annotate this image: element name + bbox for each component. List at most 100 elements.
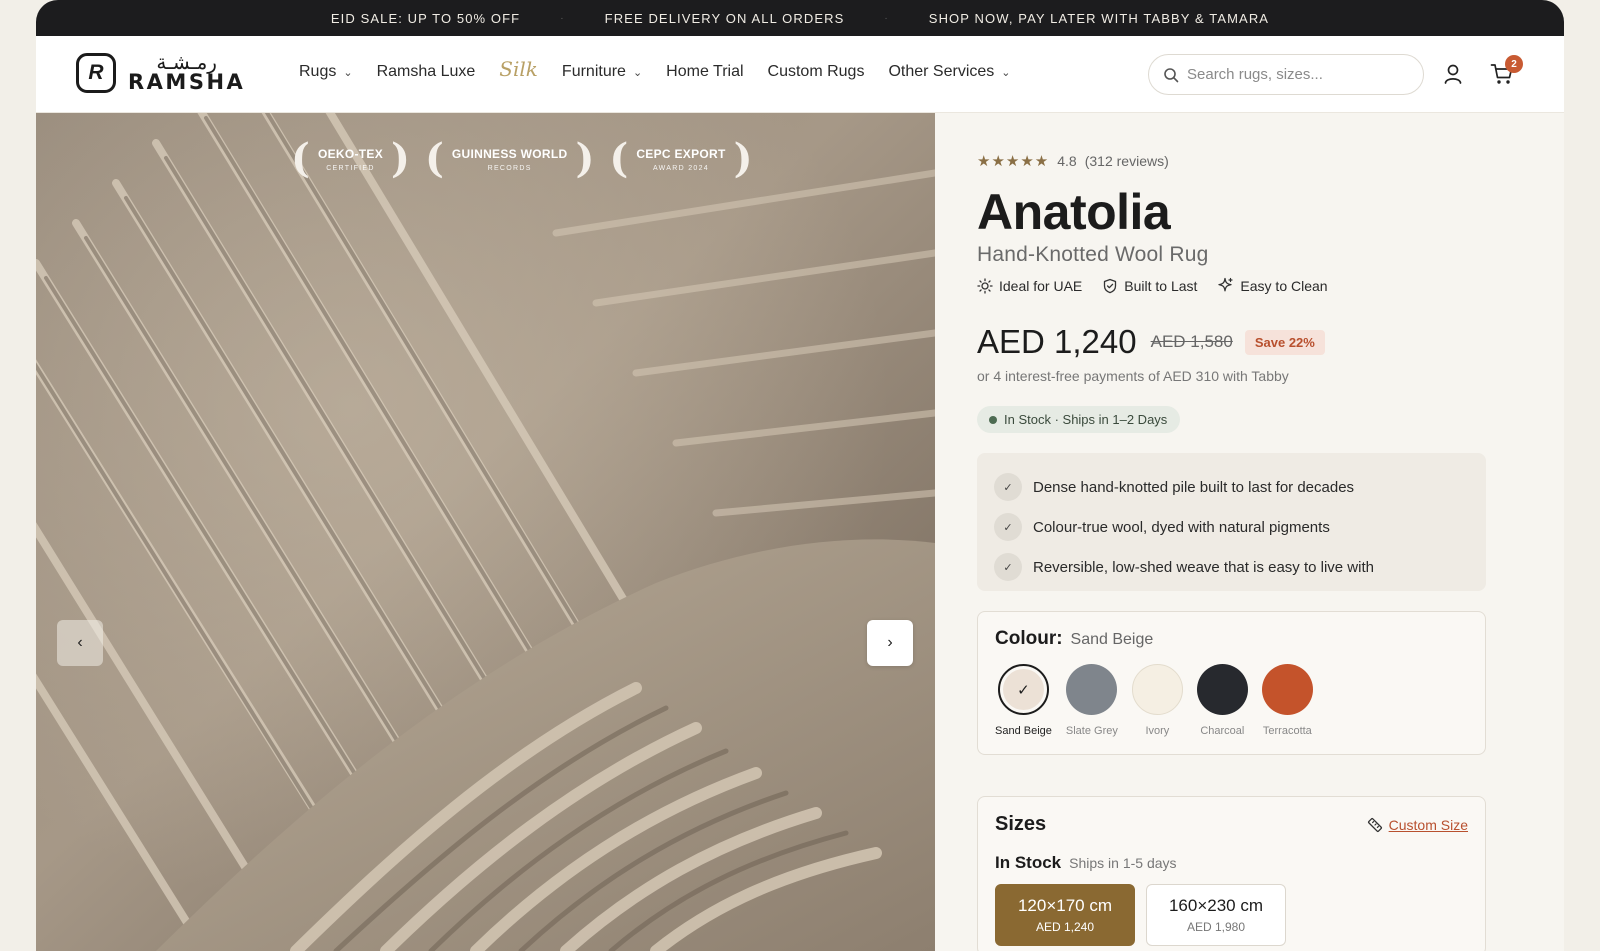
check-icon: ✓ xyxy=(994,473,1022,501)
product-rating[interactable]: ★★★★★ 4.8 (312 reviews) xyxy=(977,152,1169,170)
price-row: AED 1,240 AED 1,580 Save 22% xyxy=(977,323,1325,361)
size-price: AED 1,980 xyxy=(1186,920,1246,934)
product-title: Anatolia xyxy=(977,184,1171,240)
nav-item-custom-rugs[interactable]: Custom Rugs xyxy=(768,63,865,81)
cart-count-badge: 2 xyxy=(1505,55,1523,73)
swatch-label: Sand Beige xyxy=(995,725,1052,737)
review-count: (312 reviews) xyxy=(1084,153,1169,169)
size-dimensions: 160×230 cm xyxy=(1168,896,1264,915)
original-price: AED 1,580 xyxy=(1150,332,1233,351)
account-icon[interactable] xyxy=(1443,63,1463,85)
nav-item-other-services[interactable]: Other Services ⌄ xyxy=(888,63,1010,81)
benefit-text: Colour-true wool, dyed with natural pigm… xyxy=(1033,518,1330,536)
check-icon: ✓ xyxy=(994,513,1022,541)
award-subtitle: AWARD 2024 xyxy=(652,164,709,172)
search-input[interactable] xyxy=(1187,66,1407,83)
colour-heading: Colour: xyxy=(995,628,1063,649)
laurel-right-icon: ) xyxy=(391,135,410,182)
custom-size-label: Custom Size xyxy=(1388,816,1468,833)
announcement-item: SHOP NOW, PAY LATER WITH TABBY & TAMARA xyxy=(928,10,1270,26)
stock-status-label: In Stock · Ships in 1–2 Days xyxy=(1004,412,1168,427)
award-badge: ( CEPC EXPORT AWARD 2024 ) xyxy=(609,139,752,179)
check-icon: ✓ xyxy=(994,553,1022,581)
nav-item-label: Custom Rugs xyxy=(767,63,865,80)
award-badges: ( OEKO-TEX CERTIFIED ) ( GUINNESS WORLD … xyxy=(291,139,768,179)
swatch-circle xyxy=(1261,664,1313,715)
nav-item-label: Other Services xyxy=(888,63,995,80)
ruler-icon xyxy=(1367,817,1382,832)
sun-icon xyxy=(977,277,993,294)
laurel-left-icon: ( xyxy=(291,135,310,182)
nav-item-rugs[interactable]: Rugs ⌄ xyxy=(299,63,353,81)
nav-item-label: Ramsha Luxe xyxy=(376,63,476,80)
logo-wordmark: رمـشـة RAMSHA xyxy=(128,53,245,93)
colour-swatch-terracotta[interactable]: Terracotta xyxy=(1261,664,1313,737)
logo-mark-icon: R xyxy=(76,53,116,93)
benefit-text: Reversible, low-shed weave that is easy … xyxy=(1033,558,1374,576)
feature-label: Ideal for UAE xyxy=(999,277,1083,294)
nav-item-label: Furniture xyxy=(561,63,626,80)
size-option[interactable]: 160×230 cm AED 1,980 xyxy=(1146,884,1286,946)
sizes-heading: Sizes xyxy=(995,813,1047,835)
announcement-item: EID SALE: UP TO 50% OFF xyxy=(330,10,521,26)
benefit-item: ✓ Reversible, low-shed weave that is eas… xyxy=(994,547,1469,587)
laurel-right-icon: ) xyxy=(733,135,753,182)
swatch-label: Terracotta xyxy=(1262,725,1312,737)
swatch-label: Slate Grey xyxy=(1065,725,1118,737)
swatch-circle xyxy=(1131,664,1183,715)
nav-item-ramsha-luxe[interactable]: Ramsha Luxe xyxy=(377,63,476,81)
announcement-item: FREE DELIVERY ON ALL ORDERS xyxy=(604,10,845,26)
chevron-down-icon: ⌄ xyxy=(632,66,643,79)
colour-swatch-ivory[interactable]: Ivory xyxy=(1131,664,1183,737)
award-title: CEPC EXPORT xyxy=(636,146,726,161)
feature-label: Easy to Clean xyxy=(1240,277,1328,294)
custom-size-link[interactable]: Custom Size xyxy=(1367,817,1468,833)
feature-item: Built to Last xyxy=(1102,277,1197,294)
feature-label: Built to Last xyxy=(1124,277,1198,294)
discount-badge: Save 22% xyxy=(1244,329,1325,355)
nav-item-label: Home Trial xyxy=(666,63,744,80)
chevron-right-icon: › xyxy=(887,634,893,651)
stock-status-badge: In Stock · Ships in 1–2 Days xyxy=(977,406,1181,433)
announcement-separator: · xyxy=(884,12,889,24)
colour-swatches: ✓ Sand Beige Slate Grey Ivory Charcoal T… xyxy=(995,664,1468,737)
announcement-bar: EID SALE: UP TO 50% OFF · FREE DELIVERY … xyxy=(36,0,1564,36)
search-box[interactable] xyxy=(1148,54,1424,95)
award-title: OEKO-TEX xyxy=(317,146,384,161)
product-gallery: ( OEKO-TEX CERTIFIED ) ( GUINNESS WORLD … xyxy=(36,113,935,951)
award-badge: ( OEKO-TEX CERTIFIED ) xyxy=(291,139,410,179)
stock-dot-icon xyxy=(989,415,997,424)
selected-colour-name: Sand Beige xyxy=(1070,631,1154,648)
installment-info: or 4 interest-free payments of AED 310 w… xyxy=(977,368,1289,384)
nav-item-furniture[interactable]: Furniture ⌄ xyxy=(562,63,642,81)
swatch-circle: ✓ xyxy=(997,664,1049,715)
gallery-next-button[interactable]: › xyxy=(867,620,913,666)
gallery-prev-button[interactable]: ‹ xyxy=(57,620,103,666)
rating-value: 4.8 xyxy=(1057,153,1077,169)
swatch-circle xyxy=(1196,664,1248,715)
rug-texture-image xyxy=(36,113,935,951)
chevron-down-icon: ⌄ xyxy=(1001,66,1011,79)
award-subtitle: RECORDS xyxy=(487,164,532,172)
size-options: 120×170 cm AED 1,240 160×230 cm AED 1,98… xyxy=(995,884,1468,946)
benefit-text: Dense hand-knotted pile built to last fo… xyxy=(1033,478,1355,496)
size-stock-heading: In Stock xyxy=(995,853,1062,872)
shield-check-icon xyxy=(1104,278,1117,293)
colour-swatch-sand-beige[interactable]: ✓ Sand Beige xyxy=(995,664,1052,737)
swatch-label: Ivory xyxy=(1145,725,1170,737)
size-shipping-note: Ships in 1-5 days xyxy=(1069,855,1177,871)
size-option[interactable]: 120×170 cm AED 1,240 xyxy=(995,884,1135,946)
brand-logo[interactable]: R رمـشـة RAMSHA xyxy=(76,53,245,93)
colour-swatch-slate-grey[interactable]: Slate Grey xyxy=(1066,664,1118,737)
nav-item-silk[interactable]: Silk xyxy=(499,57,538,81)
size-selector: Sizes Custom Size In Stock Ships in 1-5 … xyxy=(977,796,1486,951)
search-icon xyxy=(1164,67,1179,82)
nav-item-home-trial[interactable]: Home Trial xyxy=(666,63,743,81)
laurel-left-icon: ( xyxy=(609,135,629,182)
product-benefits: ✓ Dense hand-knotted pile built to last … xyxy=(977,453,1486,591)
swatch-circle xyxy=(1066,664,1118,715)
colour-swatch-charcoal[interactable]: Charcoal xyxy=(1196,664,1248,737)
size-dimensions: 120×170 cm xyxy=(1017,896,1113,915)
swatch-label: Charcoal xyxy=(1200,725,1245,737)
benefit-item: ✓ Dense hand-knotted pile built to last … xyxy=(994,467,1469,507)
